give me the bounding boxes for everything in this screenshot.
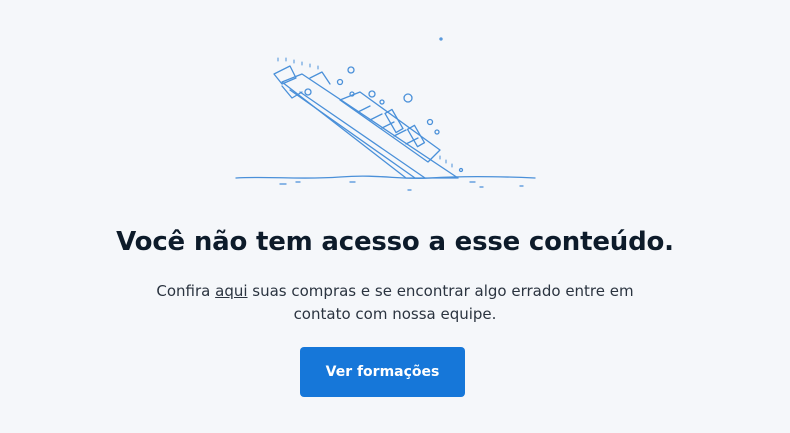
purchases-link[interactable]: aqui [215,282,247,300]
message-text-after-link: suas compras e se encontrar algo errado … [247,282,634,300]
message-line-1: Confira aqui suas compras e se encontrar… [0,280,790,303]
sinking-ship-icon [235,37,536,191]
message-text-before-link: Confira [156,282,216,300]
view-courses-button[interactable]: Ver formações [300,347,465,397]
error-page: Você não tem acesso a esse conteúdo. Con… [0,0,790,433]
message-line-2: contato com nossa equipe. [293,305,497,323]
error-message: Confira aqui suas compras e se encontrar… [0,280,790,326]
page-title: Você não tem acesso a esse conteúdo. [116,227,674,257]
